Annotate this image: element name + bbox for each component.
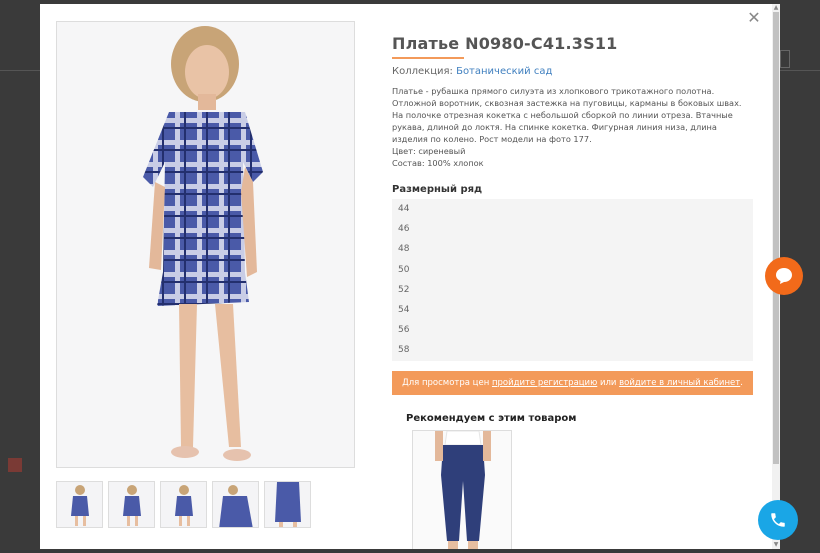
product-description-block: Платье - рубашка прямого силуэта из хлоп… bbox=[392, 85, 754, 169]
phone-icon bbox=[771, 513, 785, 527]
size-item[interactable]: 52 bbox=[392, 280, 753, 300]
promo-middle: или bbox=[599, 378, 617, 388]
scroll-down-arrow-icon[interactable]: ▼ bbox=[772, 541, 780, 549]
bg-search-box bbox=[780, 50, 790, 68]
thumbnail-strip bbox=[56, 481, 311, 528]
size-item[interactable]: 50 bbox=[392, 260, 753, 280]
collection-link[interactable]: Ботанический сад bbox=[456, 66, 552, 77]
collection-label: Коллекция: bbox=[392, 66, 453, 77]
promo-prefix: Для просмотра цен bbox=[402, 378, 490, 388]
thumbnail-5[interactable] bbox=[264, 481, 311, 528]
product-photo-image bbox=[57, 22, 354, 467]
chat-button[interactable] bbox=[765, 257, 803, 295]
product-title: Платье N0980-C41.3S11 bbox=[392, 34, 618, 53]
size-item[interactable]: 48 bbox=[392, 239, 753, 259]
thumbnail-2[interactable] bbox=[108, 481, 155, 528]
size-item[interactable]: 54 bbox=[392, 300, 753, 320]
bg-divider bbox=[780, 70, 820, 71]
promo-suffix: . bbox=[740, 378, 743, 388]
login-link[interactable]: войдите в личный кабинет bbox=[619, 378, 740, 388]
title-underline bbox=[392, 57, 464, 59]
recommend-title: Рекомендуем с этим товаром bbox=[406, 413, 577, 424]
product-info: Платье N0980-C41.3S11 Коллекция: Ботанич… bbox=[392, 34, 754, 169]
thumbnail-1[interactable] bbox=[56, 481, 103, 528]
recommended-product-image bbox=[413, 431, 511, 549]
product-quick-view-modal: ✕ Платье N0980-C41.3S11 Коллекция: Ботан… bbox=[40, 4, 780, 549]
scroll-up-arrow-icon[interactable]: ▲ bbox=[772, 4, 780, 12]
size-range-title: Размерный ряд bbox=[392, 184, 483, 195]
product-description: Платье - рубашка прямого силуэта из хлоп… bbox=[392, 86, 742, 144]
size-item[interactable]: 44 bbox=[392, 199, 753, 219]
product-color: Цвет: сиреневый bbox=[392, 146, 466, 156]
product-composition: Состав: 100% хлопок bbox=[392, 158, 484, 168]
price-login-banner: Для просмотра цен пройдите регистрацию и… bbox=[392, 371, 753, 395]
bg-divider bbox=[0, 70, 40, 71]
call-button[interactable] bbox=[758, 500, 798, 540]
bg-badge bbox=[8, 458, 22, 472]
register-link[interactable]: пройдите регистрацию bbox=[492, 378, 597, 388]
close-icon[interactable]: ✕ bbox=[746, 10, 762, 26]
thumbnail-4[interactable] bbox=[212, 481, 259, 528]
collection-row: Коллекция: Ботанический сад bbox=[392, 66, 754, 77]
product-main-photo[interactable] bbox=[56, 21, 355, 468]
thumbnail-3[interactable] bbox=[160, 481, 207, 528]
scrollbar-thumb[interactable] bbox=[773, 12, 779, 464]
chat-icon bbox=[776, 268, 792, 284]
recommended-product-card[interactable] bbox=[412, 430, 512, 549]
size-item[interactable]: 46 bbox=[392, 219, 753, 239]
size-item[interactable]: 58 bbox=[392, 340, 753, 360]
size-item[interactable]: 56 bbox=[392, 320, 753, 340]
size-list: 44 46 48 50 52 54 56 58 bbox=[392, 199, 753, 361]
